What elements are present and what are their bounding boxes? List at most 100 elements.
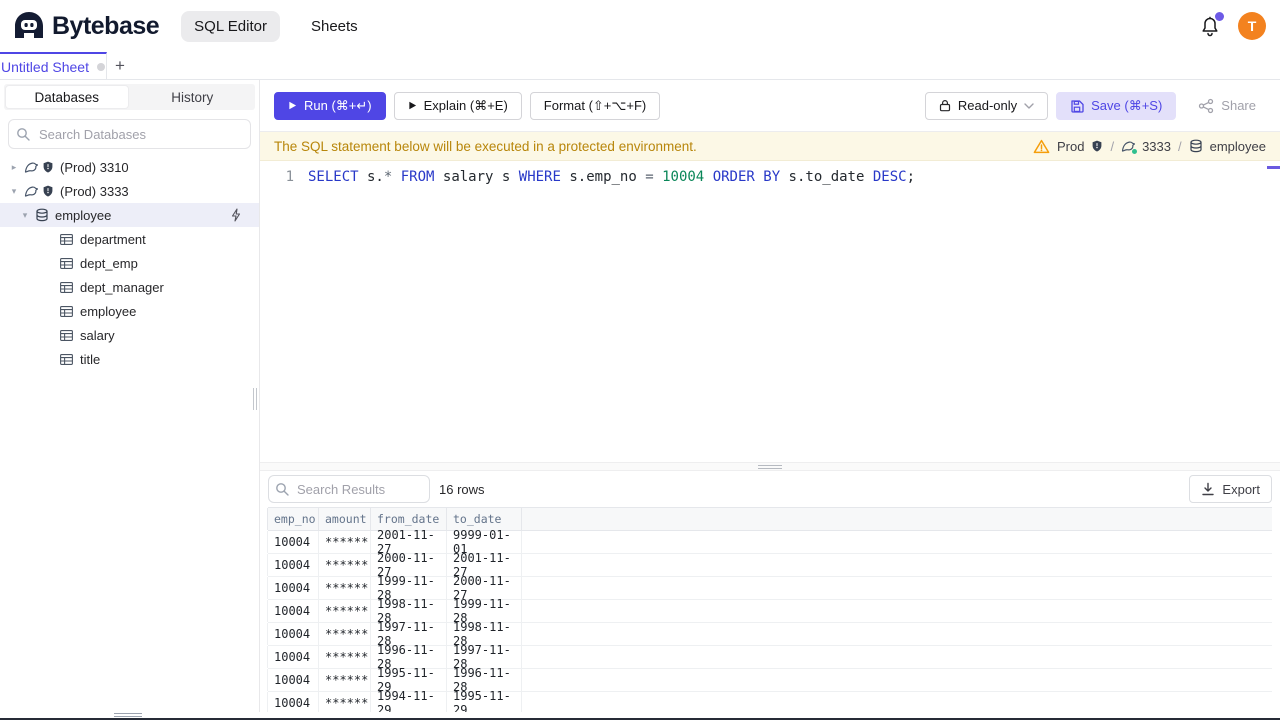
table-label: title bbox=[80, 351, 101, 367]
mysql-icon bbox=[24, 184, 38, 198]
search-icon bbox=[275, 482, 289, 496]
top-right: T bbox=[1198, 12, 1266, 40]
line-number: 1 bbox=[285, 169, 294, 185]
protected-environment-banner: The SQL statement below will be executed… bbox=[260, 132, 1280, 161]
tree-table-department[interactable]: department bbox=[0, 227, 259, 251]
tree-table-salary[interactable]: salary bbox=[0, 323, 259, 347]
column-header[interactable]: emp_no bbox=[267, 508, 319, 530]
export-button[interactable]: Export bbox=[1189, 475, 1272, 503]
code-line: 1 SELECT s.* FROM salary s WHERE s.emp_n… bbox=[260, 161, 1280, 187]
table-label: department bbox=[80, 231, 146, 247]
lock-icon bbox=[939, 99, 951, 112]
banner-message: The SQL statement below will be executed… bbox=[274, 138, 697, 154]
column-header-filler bbox=[522, 508, 1272, 530]
database-name[interactable]: employee bbox=[1210, 139, 1266, 154]
column-header[interactable]: from_date bbox=[371, 508, 447, 530]
results-table: emp_no amount from_date to_date 10004 **… bbox=[267, 507, 1272, 712]
instance-label: (Prod) 3333 bbox=[60, 183, 129, 199]
run-button[interactable]: Run (⌘+↵) bbox=[274, 91, 386, 120]
save-icon bbox=[1070, 99, 1084, 113]
shield-icon bbox=[42, 161, 54, 173]
notification-bell-icon[interactable] bbox=[1198, 12, 1224, 38]
chevron-down-icon[interactable]: ▾ bbox=[19, 210, 31, 221]
notification-dot bbox=[1215, 12, 1224, 21]
table-label: dept_emp bbox=[80, 255, 138, 271]
toolbar-right: Read-only Save (⌘+S) Share bbox=[924, 91, 1270, 120]
tree-instance-3310[interactable]: ▸ (Prod) 3310 bbox=[0, 155, 259, 179]
table-icon bbox=[60, 282, 73, 293]
database-icon bbox=[1189, 139, 1203, 153]
top-header: Bytebase SQL Editor Sheets T bbox=[0, 0, 1280, 52]
tree-instance-3333[interactable]: ▾ (Prod) 3333 bbox=[0, 179, 259, 203]
search-results-input[interactable] bbox=[268, 475, 430, 503]
chevron-down-icon[interactable]: ▾ bbox=[8, 186, 20, 197]
sql-statement: SELECT s.* FROM salary s WHERE s.emp_no … bbox=[308, 169, 915, 185]
search-databases-input[interactable] bbox=[8, 119, 251, 149]
mysql-icon bbox=[1121, 139, 1138, 154]
table-row[interactable]: 10004 ****** 1994-11-29 1995-11-29 bbox=[267, 689, 1272, 712]
chevron-down-icon bbox=[1024, 103, 1034, 109]
shield-icon bbox=[1091, 140, 1103, 152]
sidebar-resize-handle[interactable] bbox=[253, 388, 258, 410]
sheet-tab-bar: Untitled Sheet + bbox=[0, 52, 1280, 80]
status-green-dot bbox=[1132, 149, 1138, 154]
row-count: 16 rows bbox=[439, 481, 485, 497]
warning-icon bbox=[1033, 139, 1050, 154]
instance-name[interactable]: 3333 bbox=[1142, 139, 1171, 154]
unsaved-dot bbox=[96, 62, 105, 71]
format-button[interactable]: Format (⇧+⌥+F) bbox=[529, 91, 661, 120]
table-label: dept_manager bbox=[80, 279, 164, 295]
sidebar-tabs: Databases History bbox=[4, 84, 255, 110]
results-search bbox=[268, 475, 430, 503]
chevron-right-icon[interactable]: ▸ bbox=[8, 162, 20, 173]
table-label: employee bbox=[80, 303, 137, 319]
sidebar: Databases History ▸ (Prod) 3310 ▾ ( bbox=[0, 80, 260, 712]
tab-untitled-sheet[interactable]: Untitled Sheet bbox=[0, 52, 107, 79]
nav-sheets[interactable]: Sheets bbox=[298, 11, 371, 42]
explain-button[interactable]: Explain (⌘+E) bbox=[393, 91, 522, 120]
tree-table-employee[interactable]: employee bbox=[0, 299, 259, 323]
brand-name: Bytebase bbox=[52, 11, 160, 40]
add-sheet-button[interactable]: + bbox=[107, 52, 133, 79]
column-header[interactable]: amount bbox=[319, 508, 371, 530]
database-search bbox=[8, 119, 251, 149]
brand[interactable]: Bytebase bbox=[14, 11, 160, 41]
results-toolbar: 16 rows Export bbox=[260, 471, 1280, 507]
table-icon bbox=[60, 354, 73, 365]
nav-sql-editor[interactable]: SQL Editor bbox=[181, 10, 280, 42]
results-panel: 16 rows Export emp_no amount from_date t… bbox=[260, 471, 1280, 712]
tab-databases[interactable]: Databases bbox=[6, 86, 128, 108]
column-header[interactable]: to_date bbox=[447, 508, 522, 530]
tab-history[interactable]: History bbox=[132, 86, 254, 108]
save-button[interactable]: Save (⌘+S) bbox=[1056, 91, 1177, 120]
play-icon bbox=[288, 101, 297, 110]
search-icon bbox=[16, 127, 30, 141]
instance-label: (Prod) 3310 bbox=[60, 159, 129, 175]
scrollbar-ruler-mark bbox=[1267, 166, 1280, 169]
sql-code-editor[interactable]: 1 SELECT s.* FROM salary s WHERE s.emp_n… bbox=[260, 161, 1280, 462]
tree-database-employee[interactable]: ▾ employee bbox=[0, 203, 259, 227]
share-button[interactable]: Share bbox=[1184, 91, 1270, 120]
bytebase-logo-icon bbox=[14, 11, 44, 41]
quick-action-bolt-icon[interactable] bbox=[230, 208, 242, 222]
sheet-tab-label: Untitled Sheet bbox=[1, 58, 89, 75]
panel-resize-handle[interactable] bbox=[260, 462, 1280, 471]
table-icon bbox=[60, 234, 73, 245]
top-nav: SQL Editor Sheets bbox=[181, 10, 371, 42]
share-icon bbox=[1198, 98, 1214, 114]
main-panel: Run (⌘+↵) Explain (⌘+E) Format (⇧+⌥+F) R… bbox=[260, 80, 1280, 712]
connection-breadcrumb: Prod / 3333 / employee bbox=[1033, 139, 1266, 154]
tree-table-dept-manager[interactable]: dept_manager bbox=[0, 275, 259, 299]
tree-table-dept-emp[interactable]: dept_emp bbox=[0, 251, 259, 275]
play-icon bbox=[408, 101, 417, 110]
database-label: employee bbox=[55, 207, 112, 223]
download-icon bbox=[1201, 482, 1215, 496]
database-tree: ▸ (Prod) 3310 ▾ (Prod) 3333 ▾ employee d… bbox=[0, 155, 259, 371]
readonly-mode-select[interactable]: Read-only bbox=[924, 91, 1049, 120]
tree-table-title[interactable]: title bbox=[0, 347, 259, 371]
editor-toolbar: Run (⌘+↵) Explain (⌘+E) Format (⇧+⌥+F) R… bbox=[260, 80, 1280, 132]
avatar[interactable]: T bbox=[1238, 12, 1266, 40]
bytebase-sql-editor: Bytebase SQL Editor Sheets T Untitled Sh… bbox=[0, 0, 1280, 720]
table-icon bbox=[60, 258, 73, 269]
table-label: salary bbox=[80, 327, 115, 343]
